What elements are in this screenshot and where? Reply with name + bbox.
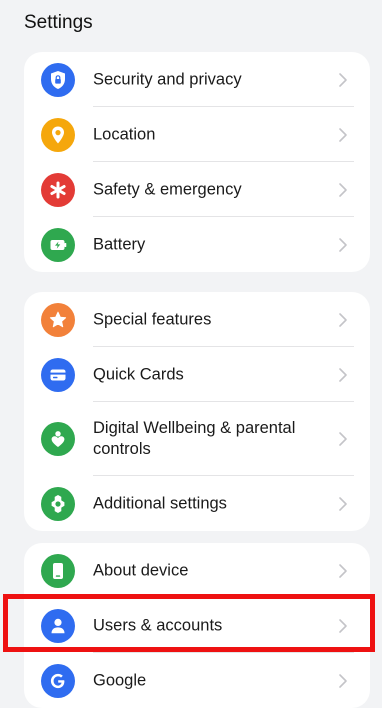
location-pin-icon <box>41 117 75 152</box>
settings-item-label: Location <box>93 125 156 143</box>
shield-lock-icon <box>41 62 75 97</box>
settings-group-1: Security and privacy Location Safety & e… <box>24 52 370 272</box>
chevron-right-icon <box>338 563 348 579</box>
page-title: Settings <box>24 12 93 33</box>
settings-item-location[interactable]: Location <box>24 107 370 162</box>
chevron-right-icon <box>338 367 348 383</box>
card-icon <box>41 357 75 392</box>
settings-item-label: Digital Wellbeing & parental controls <box>93 419 296 458</box>
chevron-right-icon <box>338 496 348 512</box>
settings-item-label: Users & accounts <box>93 616 223 634</box>
asterisk-icon <box>41 172 75 207</box>
settings-item-additional-settings[interactable]: Additional settings <box>24 476 370 531</box>
settings-item-label: Safety & emergency <box>93 180 242 198</box>
settings-item-special-features[interactable]: Special features <box>24 292 370 347</box>
chevron-right-icon <box>338 182 348 198</box>
user-icon <box>41 608 75 643</box>
settings-item-battery[interactable]: Battery <box>24 217 370 272</box>
chevron-right-icon <box>338 72 348 88</box>
chevron-right-icon <box>338 618 348 634</box>
settings-item-label: Special features <box>93 310 212 328</box>
chevron-right-icon <box>338 127 348 143</box>
settings-item-label: Security and privacy <box>93 70 242 88</box>
settings-item-label: About device <box>93 561 189 579</box>
google-icon <box>41 663 75 698</box>
settings-group-2: Special features Quick Cards Digital Wel… <box>24 292 370 531</box>
settings-item-label: Battery <box>93 235 146 253</box>
settings-item-digital-wellbeing[interactable]: Digital Wellbeing & parental controls <box>24 402 370 476</box>
chevron-right-icon <box>338 431 348 447</box>
settings-item-users-and-accounts[interactable]: Users & accounts <box>24 598 370 653</box>
settings-item-label: Google <box>93 671 147 689</box>
chevron-right-icon <box>338 312 348 328</box>
chevron-right-icon <box>338 237 348 253</box>
battery-icon <box>41 227 75 262</box>
settings-item-security-and-privacy[interactable]: Security and privacy <box>24 52 370 107</box>
settings-group-3: About device Users & accounts Google <box>24 543 370 708</box>
settings-item-about-device[interactable]: About device <box>24 543 370 598</box>
settings-item-label: Additional settings <box>93 494 227 512</box>
app-header: Settings <box>0 0 382 50</box>
star-icon <box>41 302 75 337</box>
settings-item-quick-cards[interactable]: Quick Cards <box>24 347 370 402</box>
settings-item-safety-and-emergency[interactable]: Safety & emergency <box>24 162 370 217</box>
settings-item-google[interactable]: Google <box>24 653 370 708</box>
phone-icon <box>41 553 75 588</box>
heart-person-icon <box>41 422 75 456</box>
gear-icon <box>41 486 75 521</box>
settings-item-label: Quick Cards <box>93 365 184 383</box>
chevron-right-icon <box>338 673 348 689</box>
